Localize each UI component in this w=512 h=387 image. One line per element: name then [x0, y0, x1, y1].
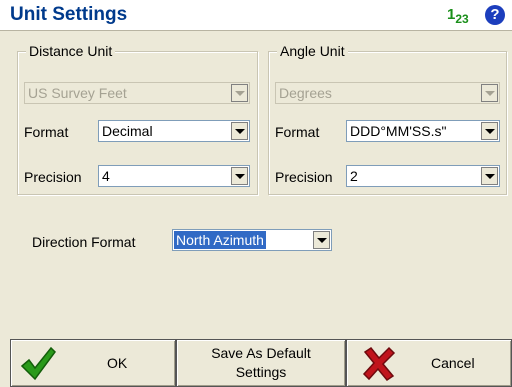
angle-format-select[interactable]: DDD°MM'SS.s" [346, 120, 500, 142]
page-title: Unit Settings [10, 4, 128, 25]
title-bar: Unit Settings 123 ? [0, 0, 512, 31]
ok-button[interactable]: OK [10, 339, 176, 387]
save-default-label-line2: Settings [235, 364, 287, 380]
chevron-down-icon[interactable] [313, 231, 330, 249]
direction-format-label: Direction Format [32, 234, 136, 250]
chevron-down-icon [231, 84, 248, 102]
distance-format-select[interactable]: Decimal [98, 120, 250, 142]
distance-unit-select: US Survey Feet [24, 82, 250, 104]
help-icon[interactable]: ? [485, 5, 505, 25]
direction-format-select[interactable]: North Azimuth [172, 229, 332, 251]
distance-precision-value: 4 [102, 168, 110, 184]
angle-format-value: DDD°MM'SS.s" [350, 123, 447, 139]
input-mode-indicator[interactable]: 123 [447, 6, 469, 26]
distance-precision-select[interactable]: 4 [98, 165, 250, 187]
chevron-down-icon[interactable] [481, 122, 498, 140]
angle-unit-value: Degrees [279, 85, 332, 101]
input-mode-sub: 23 [455, 12, 469, 26]
angle-precision-select[interactable]: 2 [346, 165, 500, 187]
cancel-label: Cancel [431, 355, 475, 371]
cancel-button[interactable]: Cancel [346, 339, 512, 387]
ok-label: OK [107, 355, 128, 371]
checkmark-icon [20, 346, 56, 381]
save-default-button[interactable]: Save As Default Settings [176, 339, 346, 387]
distance-unit-legend: Distance Unit [26, 43, 116, 59]
angle-precision-label: Precision [275, 169, 333, 185]
chevron-down-icon[interactable] [231, 122, 248, 140]
distance-unit-value: US Survey Feet [28, 85, 127, 101]
chevron-down-icon[interactable] [481, 167, 498, 185]
distance-precision-label: Precision [24, 169, 82, 185]
direction-format-value: North Azimuth [174, 231, 266, 249]
chevron-down-icon [481, 84, 498, 102]
distance-format-value: Decimal [102, 123, 153, 139]
angle-unit-select: Degrees [275, 82, 500, 104]
x-icon [362, 346, 396, 382]
distance-format-label: Format [24, 124, 69, 140]
save-default-label-line1: Save As Default [211, 345, 311, 361]
angle-format-label: Format [275, 124, 320, 140]
angle-precision-value: 2 [350, 168, 358, 184]
chevron-down-icon[interactable] [231, 167, 248, 185]
angle-unit-legend: Angle Unit [277, 43, 348, 59]
